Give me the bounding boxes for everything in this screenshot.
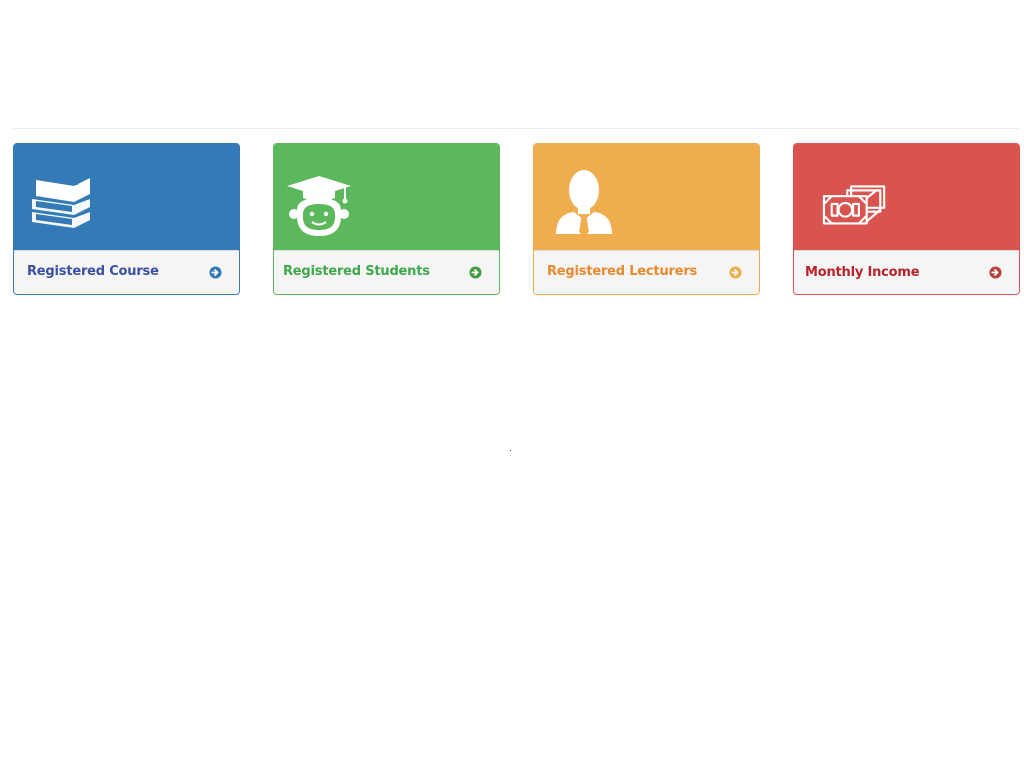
card-header — [534, 144, 759, 250]
card-registered-course[interactable]: Registered Course — [13, 143, 240, 295]
card-label[interactable]: Monthly Income — [805, 265, 920, 280]
arrow-circle-right-icon[interactable] — [989, 266, 1002, 279]
card-label[interactable]: Registered Students — [283, 264, 430, 279]
header-divider — [13, 128, 1020, 129]
graduate-student-icon — [287, 176, 351, 236]
stat-cards: Registered Course Registered Students Re… — [13, 143, 1020, 295]
card-registered-lecturers[interactable]: Registered Lecturers — [533, 143, 760, 295]
card-footer[interactable]: Registered Lecturers — [534, 250, 759, 294]
stray-dot — [510, 450, 511, 451]
dashboard-page: Registered Course Registered Students Re… — [0, 0, 1024, 768]
books-icon — [32, 178, 90, 228]
card-footer[interactable]: Registered Course — [14, 250, 239, 294]
arrow-circle-right-icon[interactable] — [469, 266, 482, 279]
card-header — [794, 144, 1019, 250]
card-monthly-income[interactable]: Monthly Income — [793, 143, 1020, 295]
card-registered-students[interactable]: Registered Students — [273, 143, 500, 295]
card-header — [274, 144, 499, 250]
lecturer-person-icon — [556, 170, 612, 236]
card-label[interactable]: Registered Lecturers — [547, 264, 697, 279]
arrow-circle-right-icon[interactable] — [209, 266, 222, 279]
card-label[interactable]: Registered Course — [27, 264, 159, 279]
card-header — [14, 144, 239, 250]
card-footer[interactable]: Monthly Income — [794, 250, 1019, 294]
money-stack-icon — [822, 185, 886, 225]
card-footer[interactable]: Registered Students — [274, 250, 499, 294]
arrow-circle-right-icon[interactable] — [729, 266, 742, 279]
